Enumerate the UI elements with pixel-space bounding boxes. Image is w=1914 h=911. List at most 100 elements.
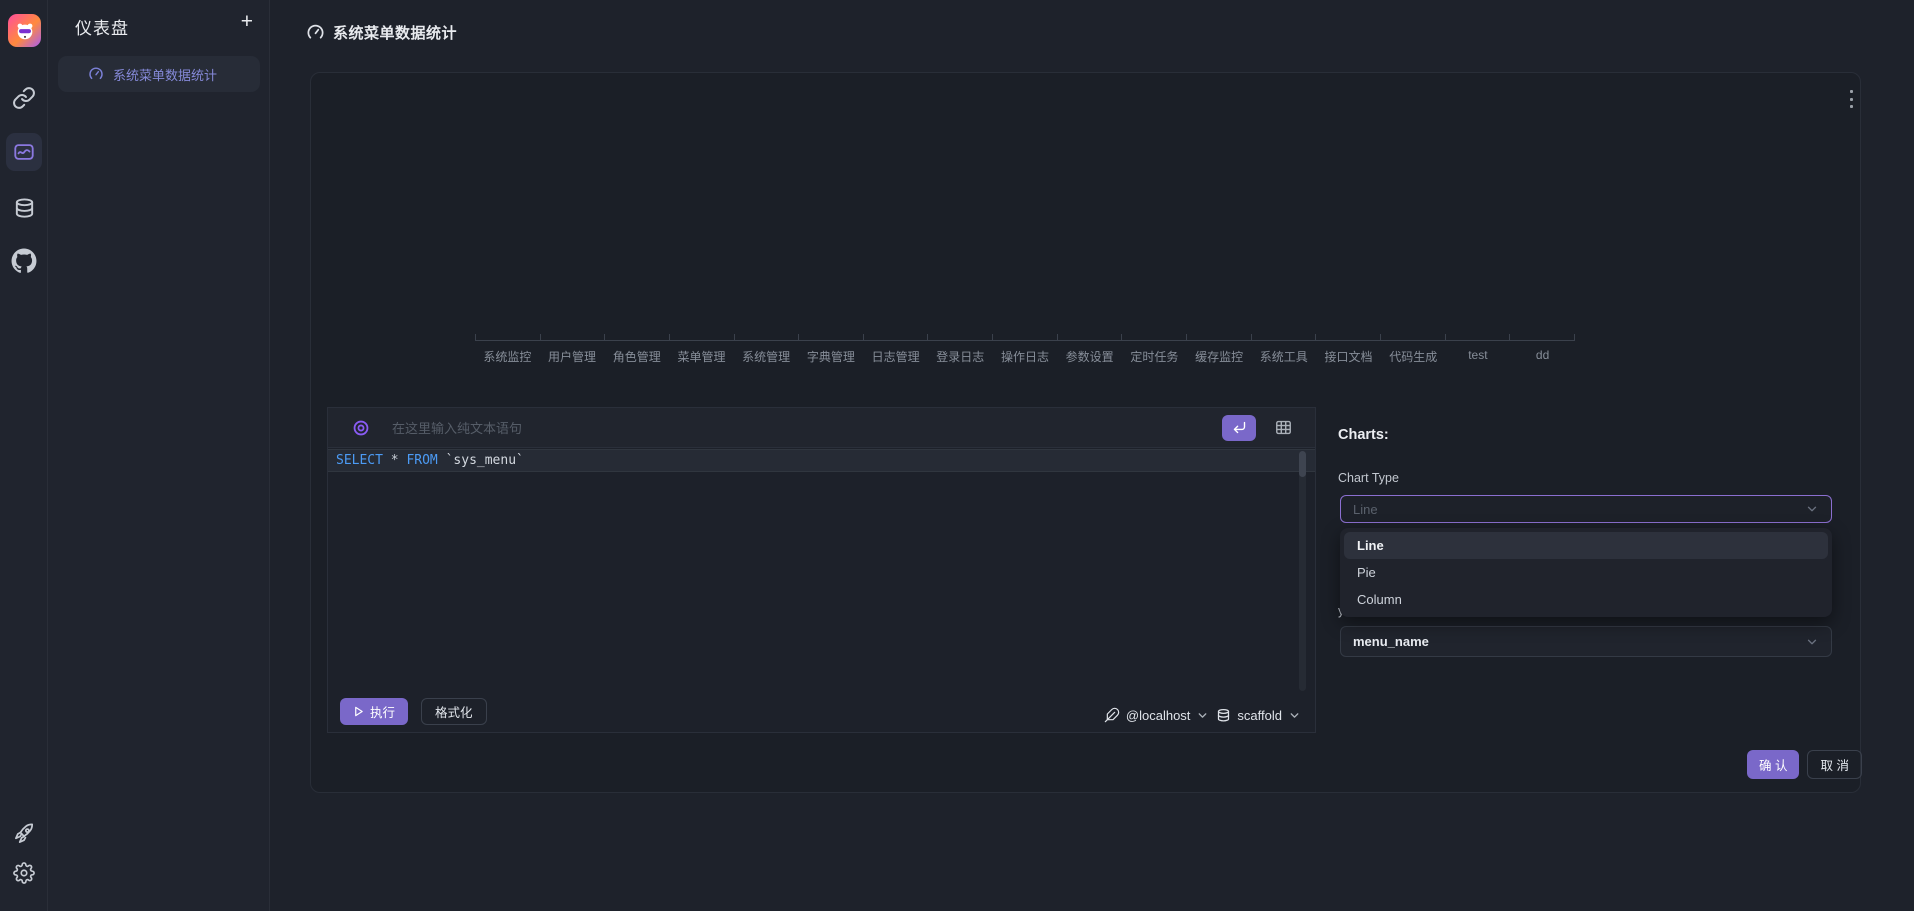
database-icon[interactable] xyxy=(0,197,48,220)
chart-type-dropdown: LinePieColumn xyxy=(1340,528,1832,617)
page-header: 系统菜单数据统计 xyxy=(306,22,457,43)
rocket-icon[interactable] xyxy=(0,822,48,845)
dashboard-sidebar: 仪表盘 + 系统菜单数据统计 xyxy=(48,0,270,911)
chevron-down-icon xyxy=(1805,635,1819,649)
gauge-icon xyxy=(306,23,325,42)
axis-category-label: 接口文档 xyxy=(1316,348,1381,365)
axis-category-label: dd xyxy=(1510,348,1575,365)
editor-scrollbar xyxy=(1299,451,1306,691)
axis-category-label: 代码生成 xyxy=(1381,348,1446,365)
github-icon[interactable] xyxy=(0,248,48,274)
sql-code-line: SELECT * FROM `sys_menu` xyxy=(328,449,1315,472)
nl-text-input[interactable]: 在这里输入纯文本语句 xyxy=(392,418,1222,437)
editor-scrollbar-thumb[interactable] xyxy=(1299,451,1306,477)
charts-heading: Charts: xyxy=(1338,427,1389,443)
axis-tick xyxy=(1510,334,1575,340)
sql-token: SELECT xyxy=(336,453,391,468)
dashboard-nav-active[interactable] xyxy=(6,133,42,171)
axis-category-label: 操作日志 xyxy=(993,348,1058,365)
sql-token: `sys_menu` xyxy=(446,453,524,468)
axis-tick xyxy=(1122,334,1187,340)
x-axis-labels: 系统监控用户管理角色管理菜单管理系统管理字典管理日志管理登录日志操作日志参数设置… xyxy=(475,341,1575,365)
axis-category-label: 登录日志 xyxy=(928,348,993,365)
chevron-down-icon xyxy=(1805,502,1819,516)
axis-tick xyxy=(735,334,800,340)
axis-tick xyxy=(928,334,993,340)
sidebar-item-label: 系统菜单数据统计 xyxy=(113,65,217,84)
format-button[interactable]: 格式化 xyxy=(421,698,487,725)
axis-category-label: 系统管理 xyxy=(734,348,799,365)
chevron-down-icon xyxy=(1196,709,1209,722)
chevron-down-icon xyxy=(1288,709,1301,722)
axis-category-label: 字典管理 xyxy=(799,348,864,365)
axis-category-label: 用户管理 xyxy=(540,348,605,365)
ai-spiral-icon xyxy=(352,419,370,437)
axis-tick xyxy=(476,334,541,340)
submit-enter-button[interactable] xyxy=(1222,415,1256,441)
axis-category-label: 系统工具 xyxy=(1251,348,1316,365)
yaxis-select[interactable]: menu_name xyxy=(1340,626,1832,657)
database-select[interactable]: scaffold xyxy=(1216,708,1301,723)
app-root: 仪表盘 + 系统菜单数据统计 系统菜单数据统计 系统监控用户管理角色管理 xyxy=(0,0,1914,911)
axis-tick xyxy=(864,334,929,340)
chart-type-option-pie[interactable]: Pie xyxy=(1344,559,1828,586)
feather-pen-icon xyxy=(1104,707,1120,723)
chart-type-label: Chart Type xyxy=(1338,471,1399,485)
axis-tick xyxy=(1187,334,1252,340)
axis-tick xyxy=(605,334,670,340)
database-icon xyxy=(1216,708,1231,723)
chart-x-axis: 系统监控用户管理角色管理菜单管理系统管理字典管理日志管理登录日志操作日志参数设置… xyxy=(475,334,1575,365)
page-title: 系统菜单数据统计 xyxy=(333,22,457,43)
cancel-button[interactable]: 取 消 xyxy=(1807,750,1861,779)
sql-code-editor[interactable]: SELECT * FROM `sys_menu` xyxy=(328,449,1315,691)
axis-category-label: 缓存监控 xyxy=(1187,348,1252,365)
sql-editor-panel: 在这里输入纯文本语句 SELECT * FROM `sys_menu` xyxy=(327,407,1316,733)
axis-tick xyxy=(670,334,735,340)
kebab-menu-icon[interactable] xyxy=(1843,88,1859,110)
chart-type-option-column[interactable]: Column xyxy=(1344,586,1828,613)
run-button[interactable]: 执行 xyxy=(340,698,408,725)
table-view-icon[interactable] xyxy=(1274,418,1293,437)
axis-tick xyxy=(993,334,1058,340)
chart-type-option-line[interactable]: Line xyxy=(1344,532,1828,559)
axis-category-label: 菜单管理 xyxy=(669,348,734,365)
axis-tick xyxy=(1252,334,1317,340)
chart-type-select[interactable]: Line xyxy=(1340,495,1832,523)
chart-icon xyxy=(13,141,35,163)
axis-category-label: 定时任务 xyxy=(1122,348,1187,365)
chart-type-value: Line xyxy=(1353,502,1378,517)
sidebar-title: 仪表盘 xyxy=(75,14,129,39)
nl-input-bar: 在这里输入纯文本语句 xyxy=(328,408,1315,448)
sql-token: FROM xyxy=(406,453,445,468)
gauge-icon xyxy=(88,66,104,82)
axis-tick xyxy=(799,334,864,340)
axis-category-label: 系统监控 xyxy=(475,348,540,365)
add-dashboard-button[interactable]: + xyxy=(241,8,253,36)
enter-arrow-icon xyxy=(1232,420,1247,435)
axis-tick xyxy=(1316,334,1381,340)
axis-category-label: 角色管理 xyxy=(604,348,669,365)
connection-select[interactable]: @localhost xyxy=(1104,707,1210,723)
axis-tick xyxy=(541,334,606,340)
connection-label: @localhost xyxy=(1126,708,1191,723)
axis-tick xyxy=(1058,334,1123,340)
charts-config-panel: Charts: Chart Type Line LinePieColumn yA… xyxy=(1316,407,1861,733)
connection-bar: @localhost scaffold xyxy=(1104,707,1301,723)
sql-token: * xyxy=(391,453,407,468)
sidebar-item-dashboard[interactable]: 系统菜单数据统计 xyxy=(58,56,260,92)
x-axis-ticks xyxy=(475,334,1575,340)
link-icon[interactable] xyxy=(0,86,48,110)
settings-gear-icon[interactable] xyxy=(0,862,48,884)
icon-rail xyxy=(0,0,48,911)
database-label: scaffold xyxy=(1237,708,1282,723)
sql-actions: 执行 格式化 xyxy=(340,698,487,725)
axis-tick xyxy=(1381,334,1446,340)
card-footer: 确 认 取 消 xyxy=(1747,750,1862,779)
axis-category-label: 参数设置 xyxy=(1057,348,1122,365)
confirm-button[interactable]: 确 认 xyxy=(1747,750,1799,779)
yaxis-value: menu_name xyxy=(1353,634,1429,649)
app-logo-icon[interactable] xyxy=(8,14,41,47)
axis-category-label: 日志管理 xyxy=(863,348,928,365)
axis-category-label: test xyxy=(1446,348,1511,365)
axis-tick xyxy=(1446,334,1511,340)
